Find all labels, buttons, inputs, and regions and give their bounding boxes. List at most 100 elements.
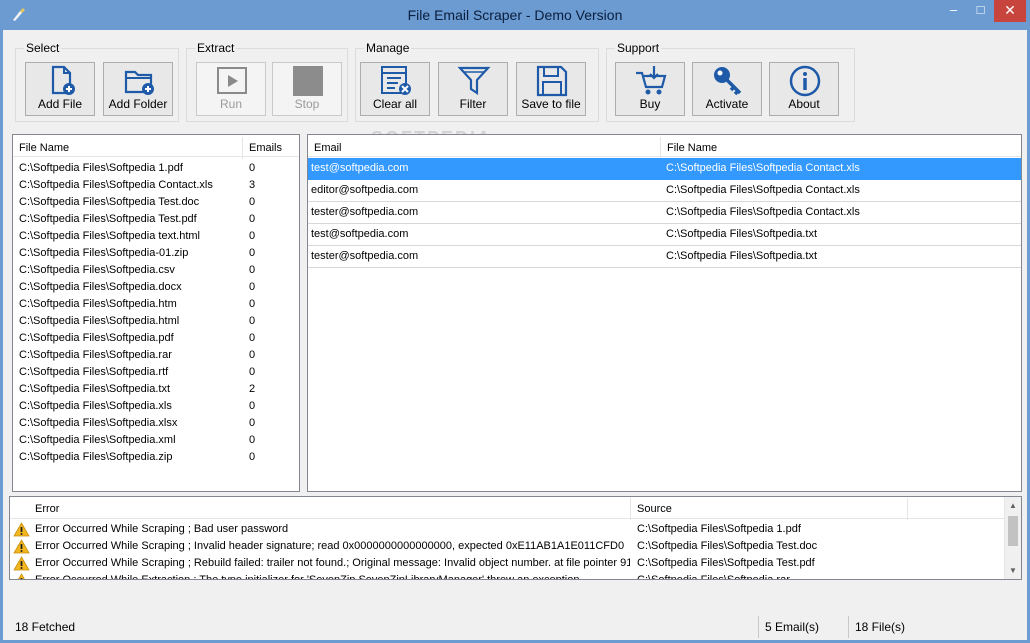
run-button[interactable]: Run (196, 62, 266, 116)
file-row[interactable]: C:\Softpedia Files\Softpedia.rtf 0 (13, 364, 299, 381)
close-button[interactable]: ✕ (994, 0, 1026, 22)
file-name-cell: C:\Softpedia Files\Softpedia.xlsx (19, 417, 178, 429)
file-row[interactable]: C:\Softpedia Files\Softpedia.pdf 0 (13, 330, 299, 347)
scroll-up-icon[interactable]: ▲ (1005, 497, 1021, 514)
manage-group: Manage Clear all Filter Save to file (355, 41, 599, 122)
error-row[interactable]: Error Occurred While Scraping ; Rebuild … (10, 555, 1004, 572)
button-label: Filter (459, 97, 487, 111)
column-error[interactable]: Error (10, 498, 631, 520)
email-row[interactable]: tester@softpedia.com C:\Softpedia Files\S… (308, 202, 1021, 224)
warning-icon (13, 539, 30, 554)
warning-icon (13, 556, 30, 571)
add-file-icon (51, 65, 75, 95)
add-folder-button[interactable]: Add Folder (103, 62, 173, 116)
file-list[interactable]: File Name Emails C:\Softpedia Files\Soft… (12, 134, 300, 492)
error-source-cell: C:\Softpedia Files\Softpedia.rar (637, 574, 790, 580)
minimize-button[interactable]: – (940, 0, 967, 22)
email-count-cell: 0 (249, 349, 256, 361)
file-name-cell: C:\Softpedia Files\Softpedia.htm (19, 298, 177, 310)
email-count-cell: 0 (249, 451, 256, 463)
file-name-cell: C:\Softpedia Files\Softpedia.csv (19, 264, 175, 276)
file-row[interactable]: C:\Softpedia Files\Softpedia.xml 0 (13, 432, 299, 449)
file-row[interactable]: C:\Softpedia Files\Softpedia.docx 0 (13, 279, 299, 296)
column-email[interactable]: Email (308, 137, 661, 159)
file-row[interactable]: C:\Softpedia Files\Softpedia.csv 0 (13, 262, 299, 279)
file-row[interactable]: C:\Softpedia Files\Softpedia 1.pdf 0 (13, 160, 299, 177)
email-file-cell: C:\Softpedia Files\Softpedia.txt (666, 250, 818, 262)
file-row[interactable]: C:\Softpedia Files\Softpedia Test.doc 0 (13, 194, 299, 211)
scroll-down-icon[interactable]: ▼ (1005, 562, 1021, 579)
email-row[interactable]: editor@softpedia.com C:\Softpedia Files\S… (308, 180, 1021, 202)
save-to-file-button[interactable]: Save to file (516, 62, 586, 116)
error-row[interactable]: Error Occurred While Scraping ; Invalid … (10, 538, 1004, 555)
email-file-cell: C:\Softpedia Files\Softpedia.txt (666, 228, 818, 240)
about-button[interactable]: About (769, 62, 839, 116)
email-count-cell: 0 (249, 196, 256, 208)
file-row[interactable]: C:\Softpedia Files\Softpedia.zip 0 (13, 449, 299, 466)
email-file-cell: C:\Softpedia Files\Softpedia Contact.xls (666, 206, 860, 218)
maximize-button[interactable]: □ (967, 0, 994, 22)
email-count-cell: 0 (249, 213, 256, 225)
column-file-name[interactable]: File Name (13, 137, 243, 159)
error-source-cell: C:\Softpedia Files\Softpedia Test.pdf (637, 557, 815, 569)
clear-all-button[interactable]: Clear all (360, 62, 430, 116)
column-emails[interactable]: Emails (243, 137, 299, 159)
group-label: Support (615, 41, 662, 55)
file-name-cell: C:\Softpedia Files\Softpedia.docx (19, 281, 182, 293)
email-cell: test@softpedia.com (311, 228, 409, 240)
email-row[interactable]: test@softpedia.com C:\Softpedia Files\Sof… (308, 224, 1021, 246)
button-label: Clear all (372, 97, 417, 111)
button-label: Stop (294, 97, 320, 111)
email-cell: editor@softpedia.com (311, 184, 419, 196)
select-group: Select Add File Add Folder (15, 41, 179, 122)
email-row[interactable]: test@softpedia.com C:\Softpedia Files\Sof… (308, 158, 1021, 180)
client-area: Select Add File Add Folder Extract Run S… (3, 30, 1027, 643)
file-name-cell: C:\Softpedia Files\Softpedia.rtf (19, 366, 169, 378)
button-label: Add Folder (108, 97, 168, 111)
file-row[interactable]: C:\Softpedia Files\Softpedia.htm 0 (13, 296, 299, 313)
email-row[interactable]: tester@softpedia.com C:\Softpedia Files\S… (308, 246, 1021, 268)
save-icon (536, 65, 568, 97)
file-row[interactable]: C:\Softpedia Files\Softpedia.rar 0 (13, 347, 299, 364)
button-label: About (788, 97, 820, 111)
warning-icon (13, 522, 30, 537)
email-list[interactable]: Email File Name test@softpedia.com C:\Sof… (307, 134, 1022, 492)
status-file-count: 18 File(s) (848, 616, 1018, 638)
file-row[interactable]: C:\Softpedia Files\Softpedia-01.zip 0 (13, 245, 299, 262)
column-source[interactable]: Source (631, 498, 908, 520)
stop-icon (293, 66, 323, 96)
file-row[interactable]: C:\Softpedia Files\Softpedia text.html 0 (13, 228, 299, 245)
button-label: Save to file (521, 97, 581, 111)
add-file-button[interactable]: Add File (25, 62, 95, 116)
scroll-thumb[interactable] (1008, 516, 1018, 546)
file-row[interactable]: C:\Softpedia Files\Softpedia.xls 0 (13, 398, 299, 415)
error-message-cell: Error Occurred While Scraping ; Invalid … (35, 540, 625, 552)
file-row[interactable]: C:\Softpedia Files\Softpedia Test.pdf 0 (13, 211, 299, 228)
status-email-count: 5 Email(s) (758, 616, 845, 638)
run-icon (217, 67, 247, 94)
email-cell: tester@softpedia.com (311, 206, 419, 218)
error-row[interactable]: Error Occurred While Scraping ; Bad user… (10, 521, 1004, 538)
error-log[interactable]: Error Source Error Occurred While Scrapi… (9, 496, 1022, 580)
activate-button[interactable]: Activate (692, 62, 762, 116)
button-label: Run (219, 97, 242, 111)
key-icon (714, 67, 742, 96)
filter-icon (457, 66, 491, 96)
column-email-file-name[interactable]: File Name (661, 137, 1021, 159)
info-icon (789, 65, 821, 97)
error-message-cell: Error Occurred While Scraping ; Bad user… (35, 523, 289, 535)
file-name-cell: C:\Softpedia Files\Softpedia.zip (19, 451, 173, 463)
filter-button[interactable]: Filter (438, 62, 508, 116)
email-count-cell: 0 (249, 230, 256, 242)
email-file-cell: C:\Softpedia Files\Softpedia Contact.xls (666, 184, 860, 196)
error-row[interactable]: Error Occurred While Extraction ; The ty… (10, 572, 1004, 580)
buy-button[interactable]: Buy (615, 62, 685, 116)
file-row[interactable]: C:\Softpedia Files\Softpedia Contact.xls… (13, 177, 299, 194)
file-row[interactable]: C:\Softpedia Files\Softpedia.txt 2 (13, 381, 299, 398)
file-row[interactable]: C:\Softpedia Files\Softpedia.html 0 (13, 313, 299, 330)
error-log-scrollbar[interactable]: ▲ ▼ (1004, 497, 1021, 579)
file-row[interactable]: C:\Softpedia Files\Softpedia.xlsx 0 (13, 415, 299, 432)
file-name-cell: C:\Softpedia Files\Softpedia.txt (19, 383, 171, 395)
stop-button[interactable]: Stop (272, 62, 342, 116)
title-bar: File Email Scraper - Demo Version – □ ✕ (0, 0, 1030, 30)
